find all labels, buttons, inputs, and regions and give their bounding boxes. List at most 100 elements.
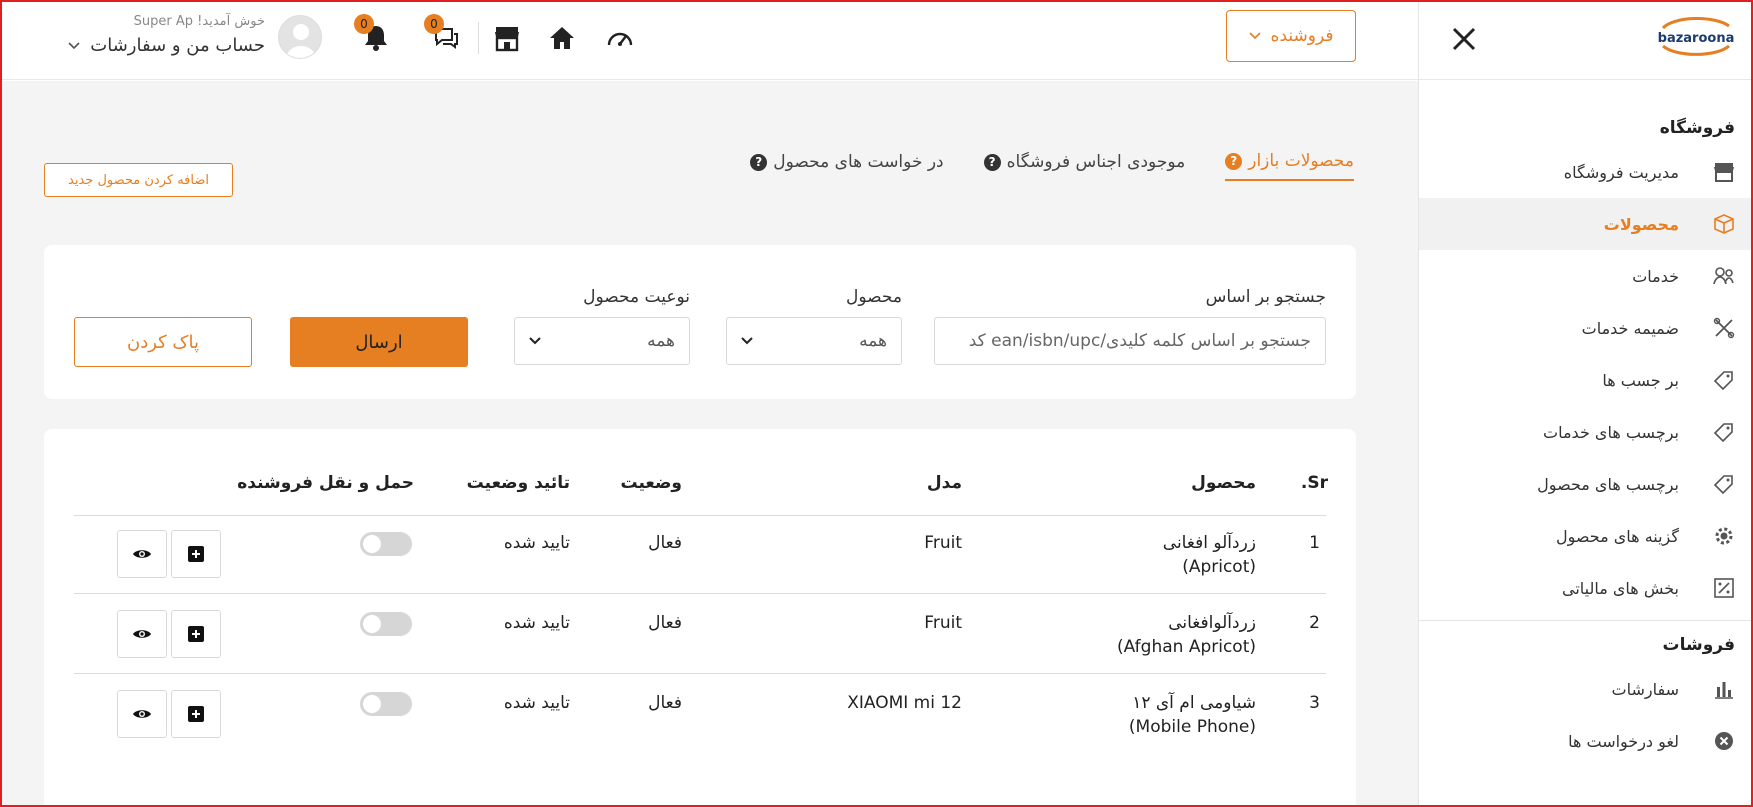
store-icon [1709,157,1739,187]
row-model: Fruit [924,533,962,553]
help-icon: ? [1225,152,1243,170]
eye-icon [133,710,151,718]
sidebar-item-label: بخش های مالیاتی [1562,578,1679,598]
shipping-toggle[interactable] [360,612,412,636]
avatar[interactable] [278,15,322,59]
tab-label: موجودی اجناس فروشگاه [1006,152,1186,172]
sidebar-item-label: بر جسب ها [1602,370,1679,390]
close-icon[interactable] [1447,22,1481,56]
sidebar-item-label: برچسب های خدمات [1543,422,1679,442]
shipping-toggle[interactable] [360,692,412,716]
col-model: مدل [926,473,962,493]
clear-button[interactable]: پاک کردن [74,317,252,367]
tab-bar: محصولات بازار ? موجودی اجناس فروشگاه ? د… [750,151,1354,181]
add-action-button[interactable] [171,610,221,658]
row-product-en: (Mobile Phone) [1128,717,1256,737]
sidebar-item-product-tags[interactable]: برچسب های محصول [1419,458,1753,510]
view-action-button[interactable] [117,690,167,738]
sidebar-item-store-management[interactable]: مدیریت فروشگاه [1419,146,1753,198]
col-sr: Sr. [1300,473,1328,493]
role-label: فروشنده [1270,26,1334,46]
box-icon [1709,209,1739,239]
add-action-button[interactable] [171,690,221,738]
tag-icon [1709,365,1739,395]
sidebar-item-service-tags[interactable]: برچسب های خدمات [1419,406,1753,458]
tools-icon [1709,313,1739,343]
row-status: فعال [648,533,682,553]
sidebar-section-store: فروشگاه [1659,118,1735,138]
sidebar: bazaroona فروشگاه مدیریت فروشگاه محصولات… [1418,0,1753,807]
sidebar-item-label: گزینه های محصول [1556,526,1679,546]
type-select[interactable]: همه [514,317,690,365]
tab-market-products[interactable]: محصولات بازار ? [1225,151,1354,181]
chevron-down-icon [1248,32,1261,40]
row-sr: 3 [1309,693,1320,713]
store-icon[interactable] [491,22,523,54]
sidebar-item-cancel-requests[interactable]: لغو درخواست ها [1419,715,1753,767]
row-status: فعال [648,693,682,713]
product-select[interactable]: همه [726,317,902,365]
submit-button[interactable]: ارسال [290,317,468,367]
chat-icon[interactable]: 0 [424,14,462,54]
tab-label: در خواست های محصول [773,152,944,172]
sidebar-section-sales: فروشات [1662,635,1735,655]
row-sr: 2 [1309,613,1320,633]
welcome-text: خوش آمدید! Super Ap [133,14,265,29]
row-divider [74,673,1326,674]
bell-icon[interactable]: 0 [354,14,392,54]
chevron-down-icon [68,41,80,49]
home-icon[interactable] [546,22,578,54]
view-action-button[interactable] [117,530,167,578]
dashboard-icon[interactable] [604,22,636,54]
type-select-value: همه [647,331,675,351]
sidebar-item-label: لغو درخواست ها [1568,731,1679,751]
row-product-en: (Afghan Apricot) [1117,637,1256,657]
row-model: XIAOMI mi 12 [847,693,962,713]
add-product-button[interactable]: اضافه کردن محصول جدید [44,163,233,197]
row-product: زردآلو افغانی [1162,533,1256,553]
sidebar-item-tax-sections[interactable]: بخش های مالیاتی [1419,562,1753,614]
row-status: فعال [648,613,682,633]
row-product: شیاومی ام آی ۱۲ [1132,693,1256,713]
sidebar-item-products[interactable]: محصولات [1419,198,1753,250]
tab-store-inventory[interactable]: موجودی اجناس فروشگاه ? [983,151,1186,181]
help-icon: ? [750,153,768,171]
sidebar-item-orders[interactable]: سفارشات [1419,663,1753,715]
row-approval: تایید شده [503,693,570,713]
row-product-en: (Apricot) [1182,557,1256,577]
tag-icon [1709,469,1739,499]
notifications-badge: 0 [354,14,374,34]
tab-product-requests[interactable]: در خواست های محصول ? [750,151,944,181]
sidebar-divider [1419,620,1753,621]
account-menu[interactable]: حساب من و سفارشات [68,35,265,56]
sidebar-item-service-addons[interactable]: ضمیمه خدمات [1419,302,1753,354]
header-divider [478,22,479,54]
sidebar-item-label: محصولات [1603,214,1679,234]
sidebar-item-label: مدیریت فروشگاه [1563,162,1679,182]
product-select-value: همه [859,331,887,351]
row-product: زردآلوافغانی [1168,613,1256,633]
sidebar-item-product-options[interactable]: گزینه های محصول [1419,510,1753,562]
tax-icon [1709,573,1739,603]
add-action-button[interactable] [171,530,221,578]
shipping-toggle[interactable] [360,532,412,556]
sidebar-item-services[interactable]: خدمات [1419,250,1753,302]
col-product: محصول [1191,473,1256,493]
sidebar-header: bazaroona [1419,0,1753,80]
sidebar-item-label: سفارشات [1611,679,1679,699]
gear-icon [1709,521,1739,551]
sidebar-item-label: ضمیمه خدمات [1581,318,1679,338]
role-dropdown[interactable]: فروشنده [1226,10,1356,62]
type-label: نوعیت محصول [583,287,690,307]
messages-badge: 0 [424,14,444,34]
search-input[interactable]: جستجو بر اساس کلمه کلیدی/ean/isbn/upc کد [934,317,1326,365]
col-shipping: حمل و نقل فروشنده [237,473,414,493]
row-approval: تایید شده [503,613,570,633]
tab-label: محصولات بازار [1248,151,1354,171]
top-header: فروشنده 0 0 خوش آمدید! Super Ap حساب من … [0,0,1418,80]
brand-name: bazaroona [1658,31,1735,46]
row-sr: 1 [1309,533,1320,553]
view-action-button[interactable] [117,610,167,658]
brand-logo[interactable]: bazaroona [1653,14,1739,58]
sidebar-item-tags[interactable]: بر جسب ها [1419,354,1753,406]
